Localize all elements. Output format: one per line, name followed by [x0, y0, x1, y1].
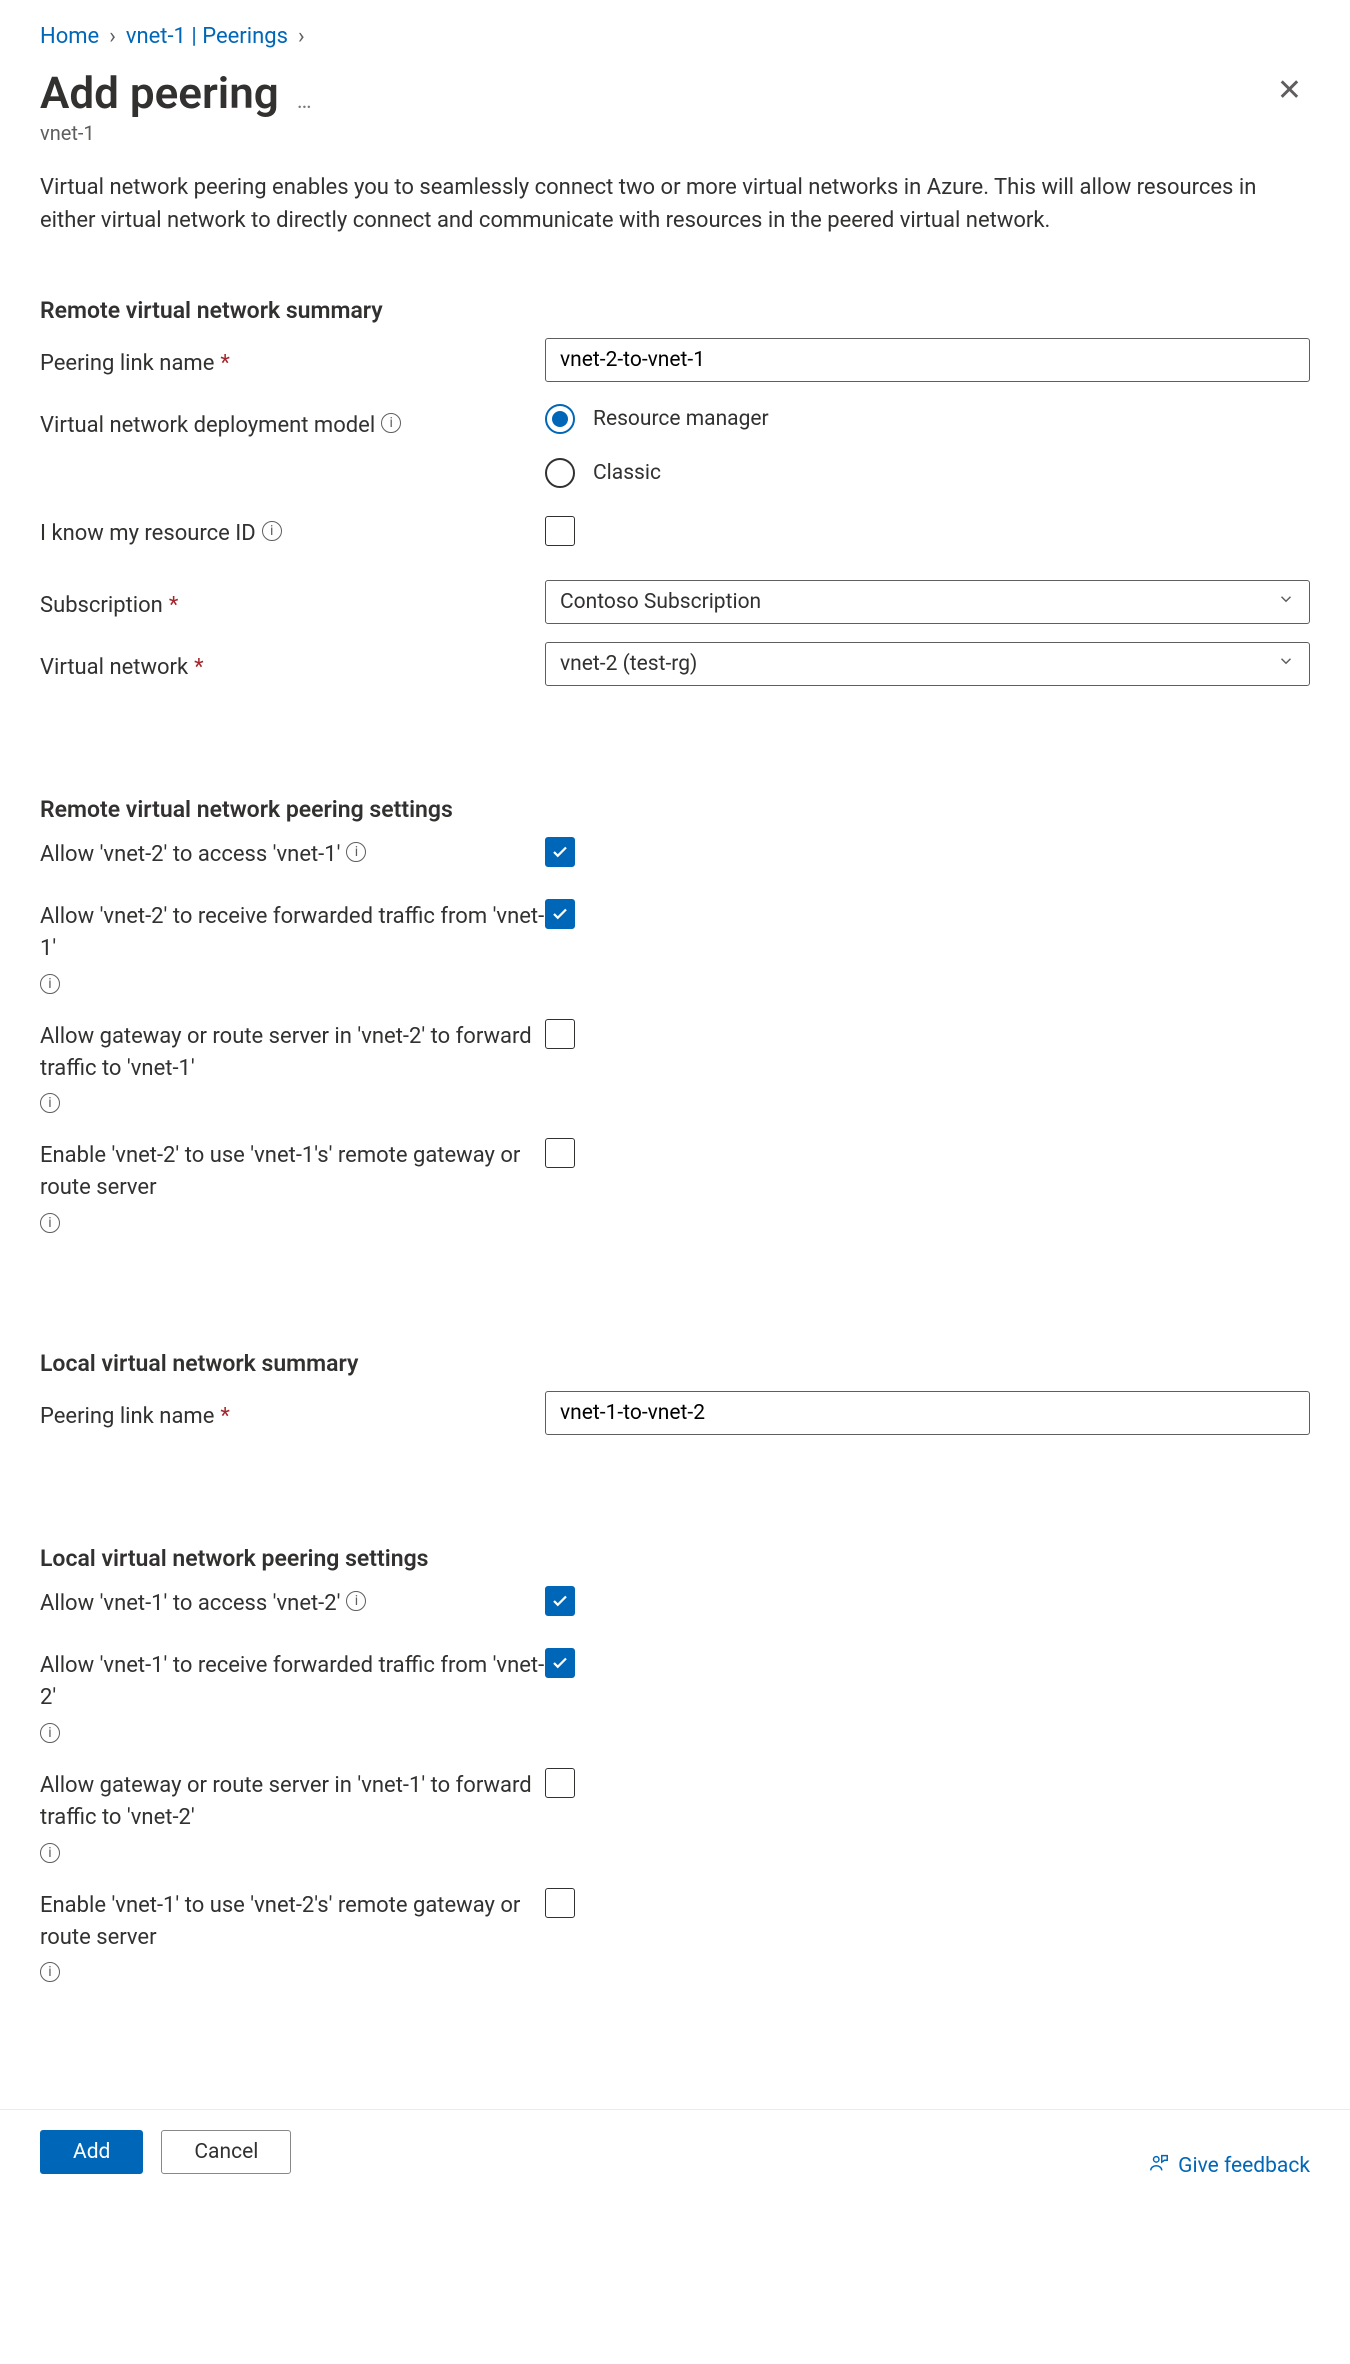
- radio-resource-manager[interactable]: Resource manager: [545, 404, 1310, 434]
- footer-bar: Add Cancel Give feedback: [0, 2109, 1350, 2194]
- chevron-right-icon: ›: [109, 24, 116, 49]
- local-enable-remote-gw-label: Enable 'vnet-1' to use 'vnet-2's' remote…: [40, 1890, 545, 1954]
- deployment-model-label: Virtual network deployment model: [40, 410, 375, 442]
- remote-enable-remote-gw-checkbox[interactable]: [545, 1138, 575, 1168]
- radio-resource-manager-label: Resource manager: [593, 407, 769, 431]
- page-subtitle: vnet-1: [40, 121, 1310, 145]
- chevron-right-icon: ›: [298, 24, 305, 49]
- required-indicator: *: [169, 590, 178, 622]
- subscription-value: Contoso Subscription: [560, 590, 761, 614]
- remote-allow-access-label: Allow 'vnet-2' to access 'vnet-1': [40, 839, 340, 871]
- info-icon[interactable]: i: [40, 1843, 60, 1863]
- local-allow-access-label: Allow 'vnet-1' to access 'vnet-2': [40, 1588, 340, 1620]
- info-icon[interactable]: i: [346, 842, 366, 862]
- know-resource-id-checkbox[interactable]: [545, 516, 575, 546]
- know-resource-id-label: I know my resource ID: [40, 518, 256, 550]
- local-allow-fwd-checkbox[interactable]: [545, 1648, 575, 1678]
- feedback-icon: [1148, 2152, 1170, 2180]
- give-feedback-label: Give feedback: [1178, 2154, 1310, 2178]
- radio-icon: [545, 458, 575, 488]
- local-peering-link-name-input[interactable]: [545, 1391, 1310, 1435]
- info-icon[interactable]: i: [40, 1213, 60, 1233]
- required-indicator: *: [194, 652, 203, 684]
- info-icon[interactable]: i: [40, 1962, 60, 1982]
- intro-text: Virtual network peering enables you to s…: [40, 171, 1300, 237]
- radio-classic-label: Classic: [593, 461, 661, 485]
- close-icon[interactable]: ✕: [1269, 65, 1310, 116]
- section-remote-settings-heading: Remote virtual network peering settings: [40, 796, 1310, 823]
- radio-icon: [545, 404, 575, 434]
- remote-allow-gateway-label: Allow gateway or route server in 'vnet-2…: [40, 1021, 545, 1085]
- remote-enable-remote-gw-label: Enable 'vnet-2' to use 'vnet-1's' remote…: [40, 1140, 545, 1204]
- info-icon[interactable]: i: [262, 521, 282, 541]
- required-indicator: *: [220, 348, 229, 380]
- local-allow-gateway-checkbox[interactable]: [545, 1768, 575, 1798]
- remote-allow-gateway-checkbox[interactable]: [545, 1019, 575, 1049]
- breadcrumb-home[interactable]: Home: [40, 24, 99, 49]
- page-title: Add peering: [40, 67, 279, 119]
- section-local-summary-heading: Local virtual network summary: [40, 1350, 1310, 1377]
- local-allow-gateway-label: Allow gateway or route server in 'vnet-1…: [40, 1770, 545, 1834]
- remote-allow-fwd-checkbox[interactable]: [545, 899, 575, 929]
- local-enable-remote-gw-checkbox[interactable]: [545, 1888, 575, 1918]
- remote-peering-link-name-input[interactable]: [545, 338, 1310, 382]
- local-peering-link-name-label: Peering link name: [40, 1401, 214, 1433]
- info-icon[interactable]: i: [40, 974, 60, 994]
- chevron-down-icon: [1277, 652, 1295, 676]
- subscription-select[interactable]: Contoso Subscription: [545, 580, 1310, 624]
- cancel-button[interactable]: Cancel: [161, 2130, 291, 2174]
- radio-classic[interactable]: Classic: [545, 458, 1310, 488]
- section-remote-summary-heading: Remote virtual network summary: [40, 297, 1310, 324]
- remote-allow-access-checkbox[interactable]: [545, 837, 575, 867]
- give-feedback-link[interactable]: Give feedback: [1148, 2152, 1310, 2180]
- breadcrumb-parent[interactable]: vnet-1 | Peerings: [126, 24, 288, 49]
- peering-link-name-label: Peering link name: [40, 348, 214, 380]
- remote-allow-fwd-label: Allow 'vnet-2' to receive forwarded traf…: [40, 901, 545, 965]
- local-allow-fwd-label: Allow 'vnet-1' to receive forwarded traf…: [40, 1650, 545, 1714]
- subscription-label: Subscription: [40, 590, 163, 622]
- virtual-network-value: vnet-2 (test-rg): [560, 652, 697, 676]
- info-icon[interactable]: i: [381, 413, 401, 433]
- required-indicator: *: [220, 1401, 229, 1433]
- add-button[interactable]: Add: [40, 2130, 143, 2174]
- chevron-down-icon: [1277, 590, 1295, 614]
- more-actions-icon[interactable]: …: [297, 89, 314, 114]
- section-local-settings-heading: Local virtual network peering settings: [40, 1545, 1310, 1572]
- info-icon[interactable]: i: [40, 1723, 60, 1743]
- breadcrumb: Home › vnet-1 | Peerings ›: [40, 0, 1310, 59]
- local-allow-access-checkbox[interactable]: [545, 1586, 575, 1616]
- virtual-network-select[interactable]: vnet-2 (test-rg): [545, 642, 1310, 686]
- virtual-network-label: Virtual network: [40, 652, 188, 684]
- info-icon[interactable]: i: [40, 1093, 60, 1113]
- info-icon[interactable]: i: [346, 1591, 366, 1611]
